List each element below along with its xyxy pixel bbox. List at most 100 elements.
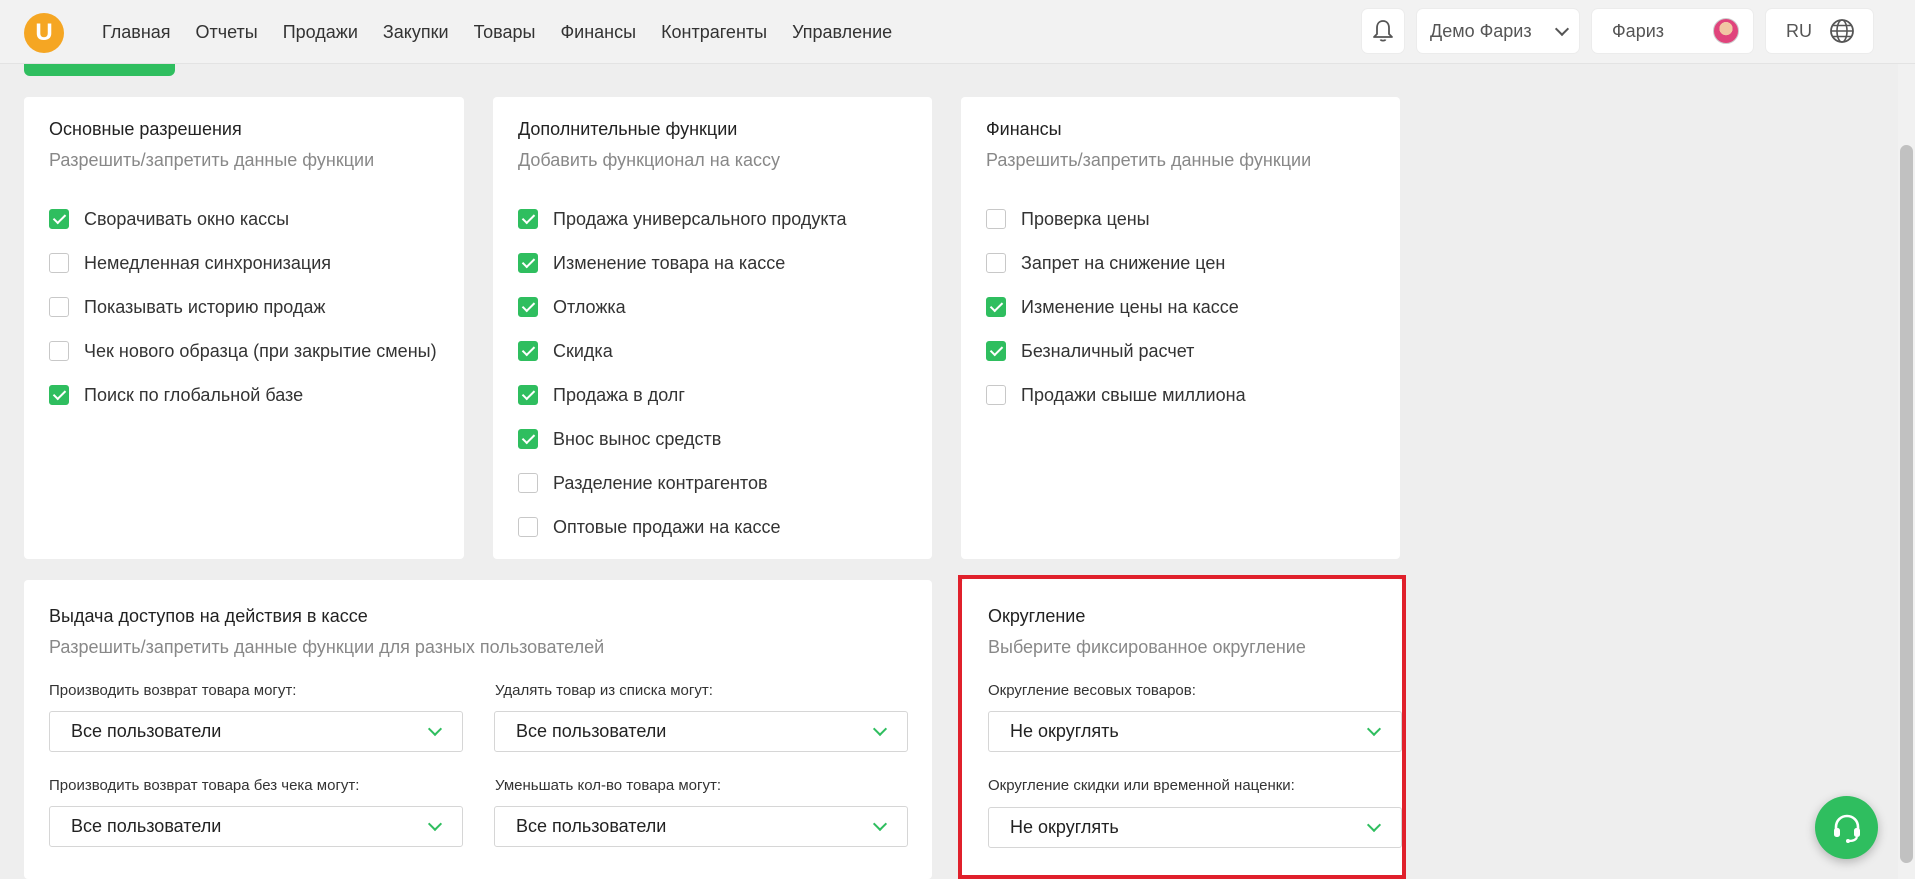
notifications-button[interactable] <box>1362 9 1404 53</box>
checkbox-list: Сворачивать окно кассы Немедленная синхр… <box>49 197 437 417</box>
checkbox[interactable] <box>518 385 538 405</box>
checkbox-label: Продажа в долг <box>553 384 685 405</box>
extra-functions-card: Дополнительные функции Добавить функцион… <box>493 97 932 559</box>
checkbox-label: Изменение товара на кассе <box>553 252 786 273</box>
checkbox-row[interactable]: Изменение товара на кассе <box>518 241 847 285</box>
nav-item-counterparties[interactable]: Контрагенты <box>661 22 767 43</box>
checkbox-row[interactable]: Проверка цены <box>986 197 1246 241</box>
checkbox[interactable] <box>518 473 538 493</box>
decrease-quantity-select[interactable]: Все пользователи <box>494 806 908 847</box>
checkbox-row[interactable]: Немедленная синхронизация <box>49 241 437 285</box>
checkbox[interactable] <box>49 297 69 317</box>
return-without-receipt-select[interactable]: Все пользователи <box>49 806 463 847</box>
checkbox-label: Внос вынос средств <box>553 428 722 449</box>
card-subtitle: Выберите фиксированное округление <box>988 637 1306 657</box>
weight-rounding-select[interactable]: Не округлять <box>988 711 1402 752</box>
logo[interactable]: U <box>24 13 64 53</box>
card-title: Округление <box>988 606 1086 626</box>
field-label: Округление скидки или временной наценки: <box>988 777 1295 794</box>
checkbox-row[interactable]: Чек нового образца (при закрытие смены) <box>49 329 437 373</box>
chevron-down-icon <box>1366 721 1382 737</box>
field-label: Удалять товар из списка могут: <box>495 682 713 699</box>
checkbox-label: Поиск по глобальной базе <box>84 384 304 405</box>
basic-permissions-card: Основные разрешения Разрешить/запретить … <box>24 97 464 559</box>
checkbox-row[interactable]: Поиск по глобальной базе <box>49 373 437 417</box>
field-label: Уменьшать кол-во товара могут: <box>495 777 722 794</box>
checkbox-row[interactable]: Показывать историю продаж <box>49 285 437 329</box>
card-subtitle: Разрешить/запретить данные функции <box>986 150 1312 170</box>
checkbox[interactable] <box>986 253 1006 273</box>
checkbox-row[interactable]: Разделение контрагентов <box>518 461 847 505</box>
checkbox[interactable] <box>49 341 69 361</box>
checkbox-row[interactable]: Изменение цены на кассе <box>986 285 1246 329</box>
checkbox-row[interactable]: Запрет на снижение цен <box>986 241 1246 285</box>
select-value: Все пользователи <box>71 816 222 836</box>
checkbox-list: Проверка цены Запрет на снижение цен Изм… <box>986 197 1246 417</box>
user-menu[interactable]: Фариз <box>1592 9 1753 53</box>
checkbox-label: Показывать историю продаж <box>84 296 326 317</box>
checkbox-row[interactable]: Сворачивать окно кассы <box>49 197 437 241</box>
checkbox-row[interactable]: Внос вынос средств <box>518 417 847 461</box>
chevron-down-icon <box>427 816 443 832</box>
field-label: Округление весовых товаров: <box>988 682 1196 699</box>
return-permission-select[interactable]: Все пользователи <box>49 711 463 752</box>
nav-item-sales[interactable]: Продажи <box>283 22 358 43</box>
checkbox[interactable] <box>49 209 69 229</box>
top-bar: U Главная Отчеты Продажи Закупки Товары … <box>0 0 1915 64</box>
globe-icon <box>1830 19 1854 43</box>
checkbox-row[interactable]: Продажа универсального продукта <box>518 197 847 241</box>
checkbox[interactable] <box>986 341 1006 361</box>
nav-item-management[interactable]: Управление <box>792 22 892 43</box>
avatar <box>1713 18 1739 44</box>
chevron-down-icon <box>1366 817 1382 833</box>
checkbox-label: Отложка <box>553 296 626 317</box>
card-subtitle: Добавить функционал на кассу <box>518 150 781 170</box>
scrollbar-thumb[interactable] <box>1900 145 1913 863</box>
select-value: Не округлять <box>1010 817 1119 837</box>
checkbox-label: Продажа универсального продукта <box>553 208 847 229</box>
select-value: Все пользователи <box>516 816 667 836</box>
checkbox[interactable] <box>49 385 69 405</box>
language-selector[interactable]: RU <box>1766 9 1873 53</box>
checkbox-row[interactable]: Оптовые продажи на кассе <box>518 505 847 549</box>
discount-rounding-select[interactable]: Не округлять <box>988 807 1402 848</box>
checkbox[interactable] <box>986 297 1006 317</box>
nav-item-home[interactable]: Главная <box>102 22 171 43</box>
checkbox[interactable] <box>986 385 1006 405</box>
nav-item-products[interactable]: Товары <box>474 22 536 43</box>
checkbox-row[interactable]: Отложка <box>518 285 847 329</box>
card-title: Финансы <box>986 119 1062 139</box>
checkbox-label: Продажи свыше миллиона <box>1021 384 1246 405</box>
language-code: RU <box>1786 20 1812 41</box>
card-title: Дополнительные функции <box>518 119 738 139</box>
nav-item-finance[interactable]: Финансы <box>560 22 636 43</box>
checkbox[interactable] <box>518 209 538 229</box>
checkbox[interactable] <box>518 253 538 273</box>
checkbox-label: Безналичный расчет <box>1021 340 1195 361</box>
checkbox[interactable] <box>49 253 69 273</box>
nav-item-purchases[interactable]: Закупки <box>383 22 449 43</box>
checkbox-row[interactable]: Безналичный расчет <box>986 329 1246 373</box>
card-subtitle: Разрешить/запретить данные функции <box>49 150 375 170</box>
nav-item-reports[interactable]: Отчеты <box>196 22 258 43</box>
checkbox-label: Запрет на снижение цен <box>1021 252 1226 273</box>
checkbox-row[interactable]: Продажа в долг <box>518 373 847 417</box>
headset-icon <box>1833 814 1860 843</box>
chevron-down-icon <box>872 721 888 737</box>
checkbox-row[interactable]: Продажи свыше миллиона <box>986 373 1246 417</box>
checkbox[interactable] <box>986 209 1006 229</box>
checkbox-label: Изменение цены на кассе <box>1021 296 1239 317</box>
checkbox[interactable] <box>518 341 538 361</box>
field-label: Производить возврат товара могут: <box>49 682 297 699</box>
checkbox[interactable] <box>518 297 538 317</box>
select-value: Все пользователи <box>516 721 667 741</box>
cashier-access-card: Выдача доступов на действия в кассе Разр… <box>24 580 932 879</box>
company-selector[interactable]: Демо Фариз <box>1417 9 1579 53</box>
checkbox-row[interactable]: Скидка <box>518 329 847 373</box>
checkbox-label: Сворачивать окно кассы <box>84 208 290 229</box>
checkbox[interactable] <box>518 429 538 449</box>
card-subtitle: Разрешить/запретить данные функции для р… <box>49 637 605 657</box>
delete-item-permission-select[interactable]: Все пользователи <box>494 711 908 752</box>
checkbox[interactable] <box>518 517 538 537</box>
support-chat-button[interactable] <box>1815 796 1878 859</box>
